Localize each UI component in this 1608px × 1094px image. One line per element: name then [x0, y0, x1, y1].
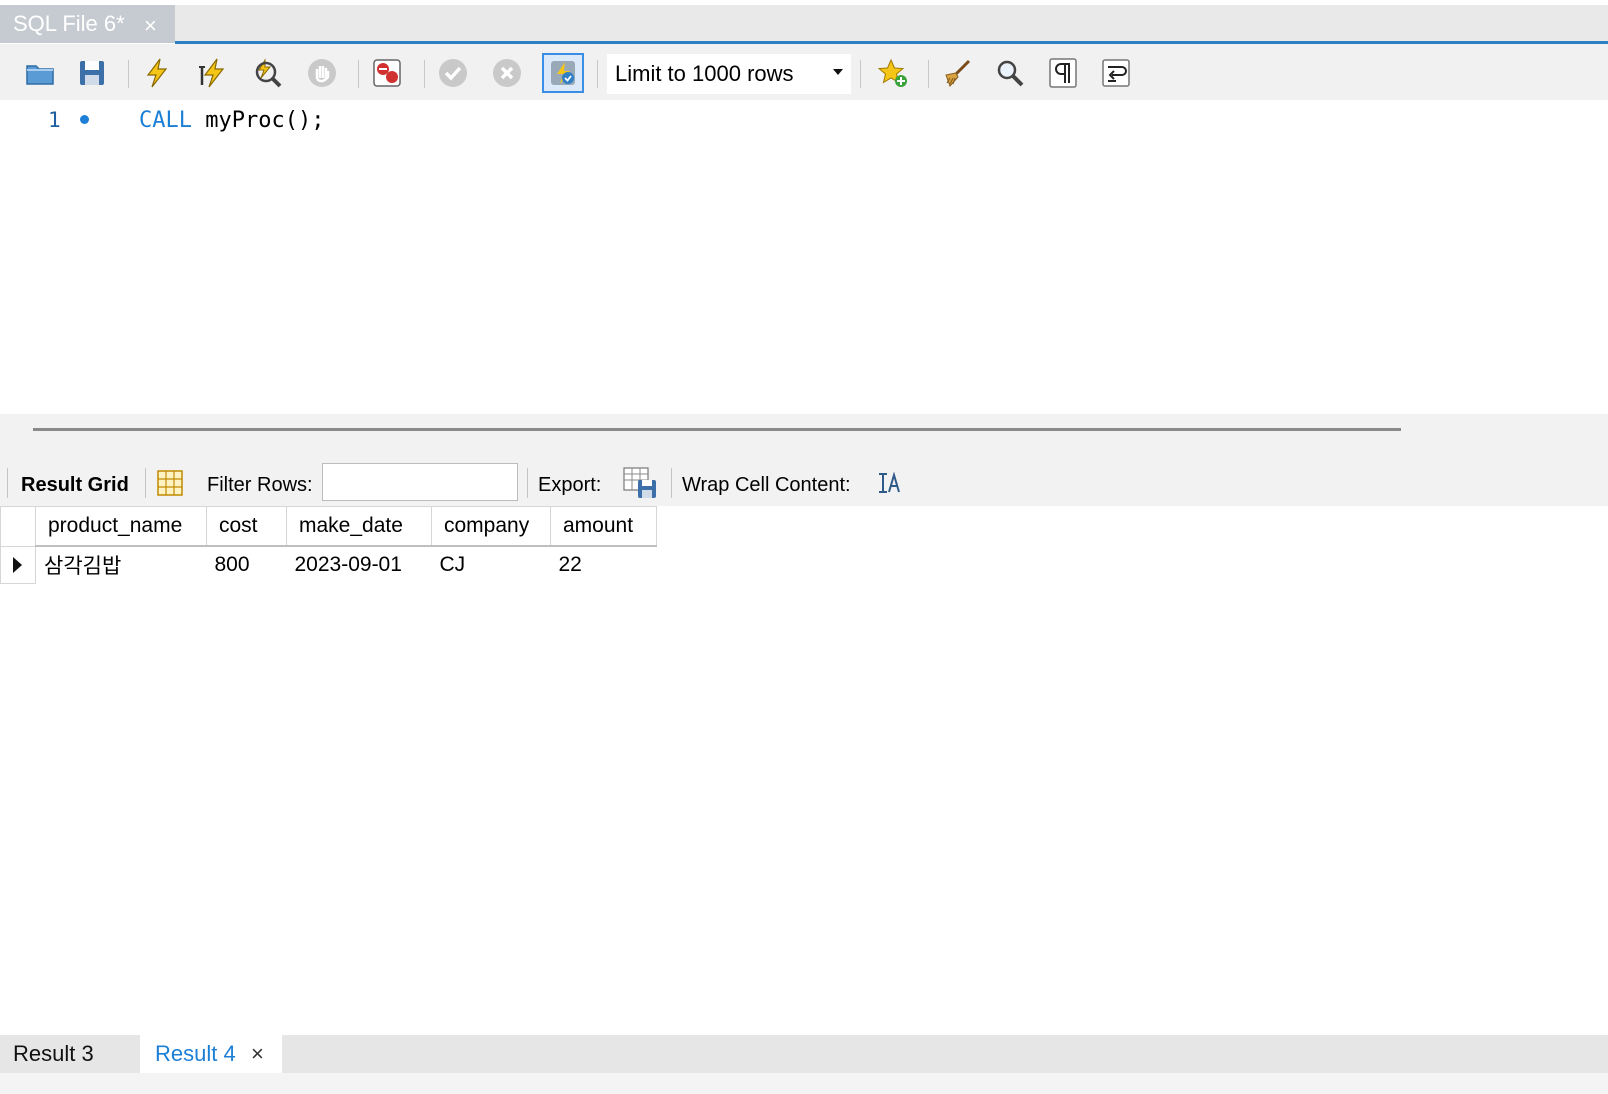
execute-current-icon[interactable] [195, 56, 229, 90]
autocommit-icon[interactable] [542, 53, 584, 93]
column-header[interactable]: company [431, 506, 551, 547]
result-toolbar: Result Grid Filter Rows: Export: Wrap Ce… [0, 460, 1608, 506]
statement-marker-icon [80, 115, 89, 124]
toolbar-separator [527, 468, 528, 498]
sql-editor[interactable]: 1 CALL myProc(); [0, 100, 1608, 414]
toolbar-separator [7, 468, 8, 498]
grid-cell[interactable]: 22 [551, 546, 657, 583]
add-snippet-icon[interactable] [876, 56, 910, 90]
execute-icon[interactable] [140, 56, 174, 90]
sql-editor-toolbar: Limit to 1000 rows [0, 44, 1608, 100]
toolbar-separator [145, 468, 146, 498]
toolbar-separator [597, 60, 598, 88]
stop-icon[interactable] [305, 56, 339, 90]
column-header[interactable]: product_name [35, 506, 207, 547]
filter-rows-input[interactable] [322, 463, 518, 501]
row-header[interactable] [0, 545, 36, 584]
filter-rows-label: Filter Rows: [207, 474, 313, 496]
grid-cell[interactable]: 800 [207, 546, 287, 583]
toolbar-separator [128, 60, 129, 88]
code-line[interactable]: CALL myProc(); [139, 108, 324, 133]
table-row[interactable]: 삼각김밥 800 2023-09-01 CJ 22 [0, 545, 657, 584]
current-row-icon [13, 556, 22, 573]
invisible-chars-icon[interactable] [1046, 56, 1080, 90]
explain-icon[interactable] [250, 56, 284, 90]
wrap-cell-content-label: Wrap Cell Content: [682, 474, 851, 496]
toolbar-separator [671, 468, 672, 498]
grid-cell[interactable]: CJ [432, 546, 551, 583]
limit-rows-select[interactable]: Limit to 1000 rows [607, 54, 851, 94]
export-label: Export: [538, 474, 602, 496]
beautify-icon[interactable] [940, 56, 974, 90]
tab-result-4-label: Result 4 [155, 1041, 236, 1066]
toolbar-separator [358, 60, 359, 88]
find-icon[interactable] [993, 56, 1027, 90]
status-strip [0, 1073, 1608, 1094]
grid-cell[interactable]: 삼각김밥 [36, 546, 207, 583]
result-tabs: Result 3 Result 4 × [0, 1035, 1608, 1073]
grid-cell[interactable]: 2023-09-01 [287, 546, 432, 583]
row-header-corner[interactable] [0, 506, 36, 547]
tab-close-icon[interactable]: × [144, 13, 157, 39]
chevron-down-icon [833, 69, 843, 75]
column-header[interactable]: make_date [286, 506, 432, 547]
column-header[interactable]: cost [206, 506, 287, 547]
toolbar-separator [424, 60, 425, 88]
sql-code-text: myProc(); [191, 108, 325, 133]
tab-sql-file-label: SQL File 6* [13, 11, 125, 36]
tab-result-4[interactable]: Result 4 × [140, 1035, 282, 1073]
toolbar-separator [860, 60, 861, 88]
panel-splitter[interactable] [0, 414, 1608, 460]
export-icon[interactable] [622, 466, 658, 500]
column-header[interactable]: amount [550, 506, 657, 547]
save-icon[interactable] [75, 56, 109, 90]
commit-icon[interactable] [436, 56, 470, 90]
line-number: 1 [48, 108, 61, 132]
tab-result-3-label: Result 3 [13, 1041, 94, 1066]
form-editor-icon[interactable] [155, 468, 185, 498]
result-grid[interactable]: product_name cost make_date company amou… [0, 506, 657, 584]
toolbar-separator [928, 60, 929, 88]
splitter-handle[interactable] [33, 428, 1401, 431]
tab-result-3[interactable]: Result 3 [0, 1035, 140, 1073]
wrap-cell-content-icon[interactable] [876, 470, 902, 496]
grid-header-row: product_name cost make_date company amou… [0, 506, 657, 547]
wrap-lines-icon[interactable] [1099, 56, 1133, 90]
rollback-icon[interactable] [490, 56, 524, 90]
close-icon[interactable]: × [251, 1041, 264, 1067]
toggle-stop-on-error-icon[interactable] [370, 56, 404, 90]
open-file-icon[interactable] [23, 56, 57, 90]
result-grid-button[interactable]: Result Grid [21, 474, 129, 497]
tab-sql-file[interactable]: SQL File 6* × [0, 5, 175, 43]
editor-tab-strip: SQL File 6* × [0, 0, 1608, 44]
sql-keyword: CALL [139, 108, 192, 133]
tab-strip-background [0, 5, 1608, 43]
limit-rows-value: Limit to 1000 rows [615, 61, 794, 86]
